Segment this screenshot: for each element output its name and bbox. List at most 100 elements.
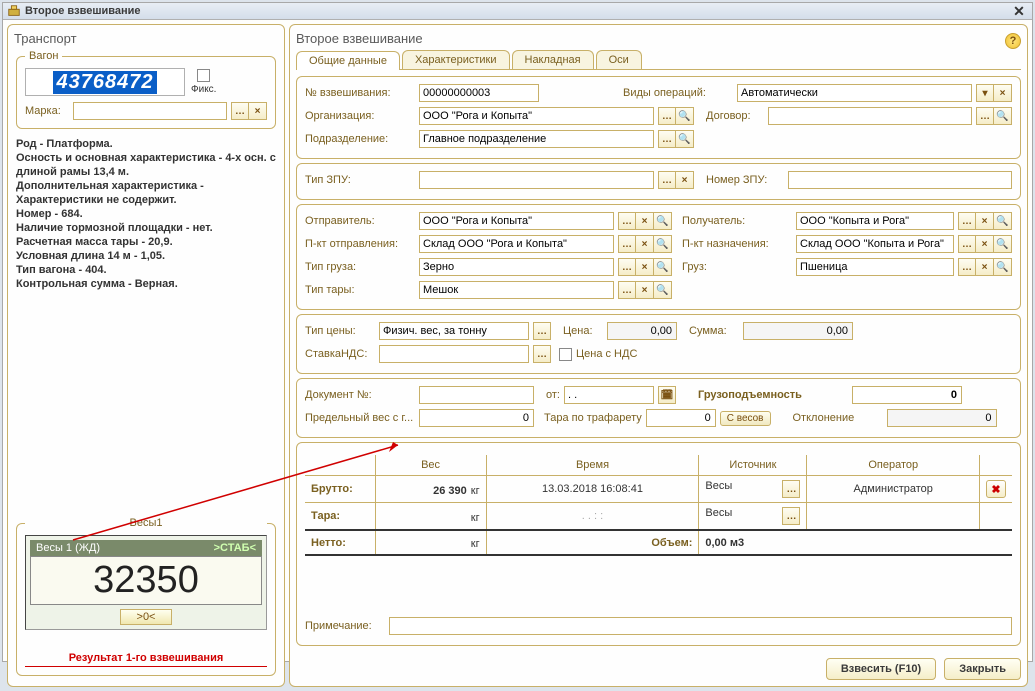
volume-unit: м3 [730, 537, 744, 549]
result-label: Результат 1-го взвешивания [25, 652, 267, 664]
sum-label: Сумма: [689, 325, 739, 337]
brutto-row: Брутто: 26 390кг 13.03.2018 16:08:41 Вес… [305, 476, 1012, 503]
contract-input[interactable] [768, 107, 972, 125]
tab-waybill[interactable]: Накладная [512, 50, 594, 69]
cargo-clear-button[interactable]: × [976, 258, 994, 276]
fix-checkbox[interactable] [197, 69, 210, 82]
price-block: Тип цены: … Цена: Сумма: СтавкаНДС: … Це… [296, 314, 1021, 374]
brutto-delete-button[interactable]: ✖ [986, 480, 1006, 498]
price-type-input[interactable] [379, 322, 529, 340]
brutto-source-button[interactable]: … [782, 480, 800, 498]
weigh-button[interactable]: Взвесить (F10) [826, 658, 936, 680]
tab-characteristics[interactable]: Характеристики [402, 50, 510, 69]
weighing-panel: Второе взвешивание ? Общие данные Характ… [289, 24, 1028, 687]
dest-pt-select-button[interactable]: … [958, 235, 976, 253]
dest-pt-clear-button[interactable]: × [976, 235, 994, 253]
help-icon[interactable]: ? [1005, 33, 1021, 49]
zpu-type-clear-button[interactable]: × [676, 171, 694, 189]
zpu-num-label: Номер ЗПУ: [706, 174, 784, 186]
scales-fieldset: Весы1 Весы 1 (ЖД) >СТАБ< 32350 >0< Резул… [16, 517, 276, 676]
contract-select-button[interactable]: … [976, 107, 994, 125]
wagon-number-display[interactable]: 43768472 [25, 68, 185, 96]
sender-select-button[interactable]: … [618, 212, 636, 230]
col-weight: Вес [375, 455, 486, 476]
close-icon[interactable]: ✕ [1010, 3, 1028, 19]
limit-input[interactable] [419, 409, 534, 427]
send-pt-search-icon[interactable]: 🔍 [654, 235, 672, 253]
receiver-input[interactable] [796, 212, 954, 230]
price-input[interactable] [607, 322, 677, 340]
zpu-type-input[interactable] [419, 171, 654, 189]
scales-stab: >СТАБ< [214, 542, 256, 554]
optype-input[interactable] [737, 84, 972, 102]
scales-header: Весы 1 (ЖД) >СТАБ< [30, 540, 262, 556]
tare-type-clear-button[interactable]: × [636, 281, 654, 299]
tare-type-search-icon[interactable]: 🔍 [654, 281, 672, 299]
num-input[interactable] [419, 84, 539, 102]
org-input[interactable] [419, 107, 654, 125]
tara-source-button[interactable]: … [782, 507, 800, 525]
send-pt-clear-button[interactable]: × [636, 235, 654, 253]
marka-clear-button[interactable]: × [249, 102, 267, 120]
brutto-weight: 26 390 [433, 485, 467, 497]
tab-axles[interactable]: Оси [596, 50, 642, 69]
cargo-type-select-button[interactable]: … [618, 258, 636, 276]
dest-pt-label: П-кт назначения: [682, 238, 792, 250]
tare-type-select-button[interactable]: … [618, 281, 636, 299]
zpu-type-select-button[interactable]: … [658, 171, 676, 189]
org-search-icon[interactable]: 🔍 [676, 107, 694, 125]
tara-label: Тара: [305, 503, 375, 531]
scales-legend: Весы1 [25, 517, 267, 529]
cargo-select-button[interactable]: … [958, 258, 976, 276]
sum-input [743, 322, 853, 340]
capacity-input[interactable] [852, 386, 962, 404]
tare-stencil-input[interactable] [646, 409, 716, 427]
receiver-search-icon[interactable]: 🔍 [994, 212, 1012, 230]
zpu-block: Тип ЗПУ: …× Номер ЗПУ: [296, 163, 1021, 200]
from-calendar-icon[interactable]: 🗓 [658, 386, 676, 404]
dept-input[interactable] [419, 130, 654, 148]
cargo-type-input[interactable] [419, 258, 614, 276]
doc-input[interactable] [419, 386, 534, 404]
dest-pt-search-icon[interactable]: 🔍 [994, 235, 1012, 253]
limit-label: Предельный вес с г... [305, 412, 415, 424]
org-select-button[interactable]: … [658, 107, 676, 125]
tare-type-input[interactable] [419, 281, 614, 299]
from-scales-button[interactable]: С весов [720, 411, 771, 426]
note-input[interactable] [389, 617, 1012, 635]
close-button[interactable]: Закрыть [944, 658, 1021, 680]
vat-price-checkbox[interactable] [559, 348, 572, 361]
receiver-select-button[interactable]: … [958, 212, 976, 230]
contract-search-icon[interactable]: 🔍 [994, 107, 1012, 125]
sender-input[interactable] [419, 212, 614, 230]
vat-input[interactable] [379, 345, 529, 363]
price-type-label: Тип цены: [305, 325, 375, 337]
zpu-num-input[interactable] [788, 171, 1012, 189]
tab-general[interactable]: Общие данные [296, 51, 400, 70]
sender-search-icon[interactable]: 🔍 [654, 212, 672, 230]
dept-search-icon[interactable]: 🔍 [676, 130, 694, 148]
price-type-select-button[interactable]: … [533, 322, 551, 340]
marka-select-button[interactable]: … [231, 102, 249, 120]
cargo-type-search-icon[interactable]: 🔍 [654, 258, 672, 276]
dest-pt-input[interactable] [796, 235, 954, 253]
from-input[interactable] [564, 386, 654, 404]
sender-clear-button[interactable]: × [636, 212, 654, 230]
scales-value: 32350 [30, 556, 262, 605]
marka-input[interactable] [73, 102, 227, 120]
brutto-source: Весы [705, 480, 732, 492]
dept-select-button[interactable]: … [658, 130, 676, 148]
send-pt-select-button[interactable]: … [618, 235, 636, 253]
scales-zero-button[interactable]: >0< [120, 609, 173, 625]
cargo-input[interactable] [796, 258, 954, 276]
send-pt-input[interactable] [419, 235, 614, 253]
wagon-legend: Вагон [25, 50, 62, 62]
vat-select-button[interactable]: … [533, 345, 551, 363]
volume-value: 0,00 [705, 537, 726, 549]
cargo-type-clear-button[interactable]: × [636, 258, 654, 276]
optype-clear-button[interactable]: × [994, 84, 1012, 102]
receiver-clear-button[interactable]: × [976, 212, 994, 230]
cargo-search-icon[interactable]: 🔍 [994, 258, 1012, 276]
optype-dropdown-button[interactable]: ▾ [976, 84, 994, 102]
body: Транспорт Вагон 43768472 Фикс. Марка: [3, 20, 1032, 691]
